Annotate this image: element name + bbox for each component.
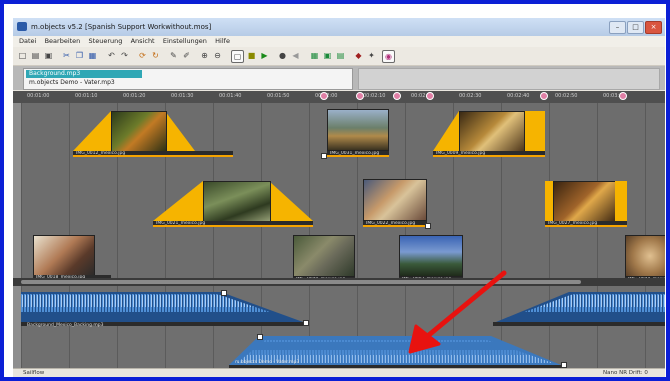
annotation-arrow bbox=[408, 270, 507, 354]
